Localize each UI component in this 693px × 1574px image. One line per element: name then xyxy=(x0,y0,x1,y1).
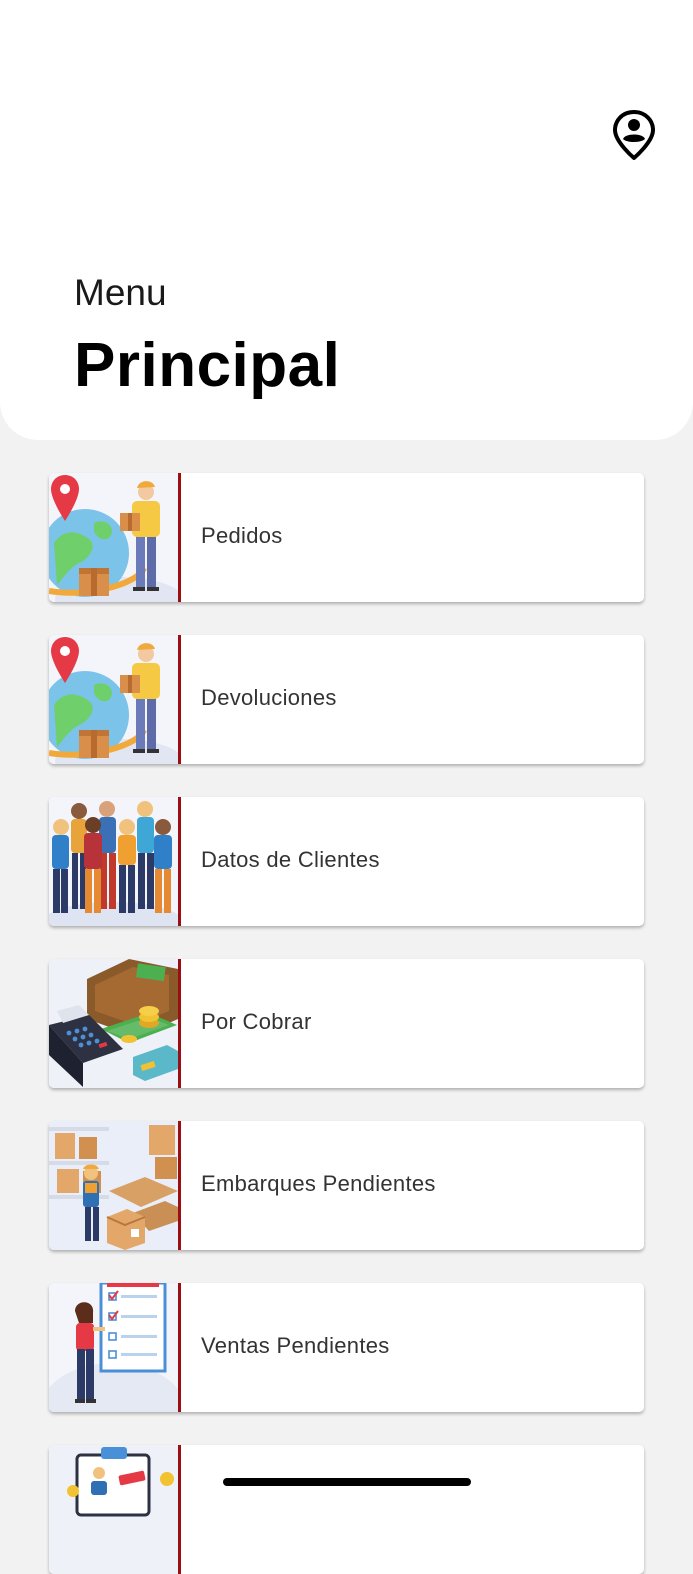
menu-item-label: Ventas Pendientes xyxy=(201,1333,390,1358)
card-accent-bar xyxy=(178,473,181,602)
header-subtitle: Menu xyxy=(74,272,167,313)
wallet-payment-illustration xyxy=(49,959,178,1088)
id-card-illustration xyxy=(49,1445,178,1574)
home-indicator[interactable] xyxy=(223,1478,471,1486)
menu-item-label: Datos de Clientes xyxy=(201,847,380,872)
menu-item-datos-de-clientes[interactable]: Datos de Clientes xyxy=(49,797,644,926)
menu-item-label: Devoluciones xyxy=(201,685,337,710)
page-title: Principal xyxy=(74,331,341,400)
header: Menu Principal xyxy=(0,0,693,440)
menu-item-pedidos[interactable]: Pedidos xyxy=(49,473,644,602)
menu-item-devoluciones[interactable]: Devoluciones xyxy=(49,635,644,764)
card-accent-bar xyxy=(178,959,181,1088)
card-accent-bar xyxy=(178,635,181,764)
menu-item-partial[interactable] xyxy=(49,1445,644,1574)
checklist-clipboard-illustration xyxy=(49,1283,178,1412)
menu-item-por-cobrar[interactable]: Por Cobrar xyxy=(49,959,644,1088)
user-pin-icon xyxy=(613,110,655,160)
menu-item-label: Pedidos xyxy=(201,523,283,548)
card-accent-bar xyxy=(178,1283,181,1412)
delivery-globe-illustration xyxy=(49,635,178,764)
menu-item-label: Embarques Pendientes xyxy=(201,1171,436,1196)
card-accent-bar xyxy=(178,797,181,926)
profile-location-button[interactable] xyxy=(608,108,660,162)
menu-item-ventas-pendientes[interactable]: Ventas Pendientes xyxy=(49,1283,644,1412)
card-accent-bar xyxy=(178,1121,181,1250)
warehouse-boxes-illustration xyxy=(49,1121,178,1250)
customers-group-illustration xyxy=(49,797,178,926)
menu-item-label: Por Cobrar xyxy=(201,1009,312,1034)
delivery-globe-illustration xyxy=(49,473,178,602)
card-accent-bar xyxy=(178,1445,181,1574)
menu-item-embarques-pendientes[interactable]: Embarques Pendientes xyxy=(49,1121,644,1250)
